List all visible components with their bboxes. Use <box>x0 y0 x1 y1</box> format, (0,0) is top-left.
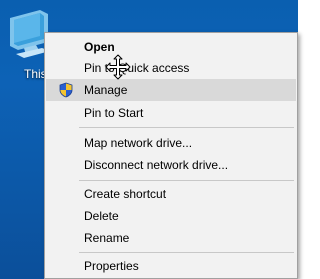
move-cursor-icon <box>105 54 131 80</box>
menu-item-disconnect-network-drive[interactable]: Disconnect network drive... <box>46 154 296 176</box>
menu-item-pin-to-quick-access[interactable]: Pin to Quick access <box>46 57 296 79</box>
menu-item-label: Rename <box>84 231 130 245</box>
menu-item-label: Manage <box>84 83 128 97</box>
context-menu: Open Pin to Quick access Manage Pin to S… <box>44 32 298 279</box>
menu-separator <box>79 127 294 128</box>
menu-item-open[interactable]: Open <box>46 36 296 58</box>
menu-item-properties[interactable]: Properties <box>46 255 296 277</box>
menu-item-label: Properties <box>84 259 139 273</box>
menu-item-delete[interactable]: Delete <box>46 205 296 227</box>
menu-item-label: Open <box>84 40 115 54</box>
menu-item-label: Pin to Quick access <box>84 61 190 75</box>
menu-item-map-network-drive[interactable]: Map network drive... <box>46 132 296 154</box>
menu-item-create-shortcut[interactable]: Create shortcut <box>46 183 296 205</box>
menu-item-label: Delete <box>84 209 119 223</box>
menu-separator <box>79 180 294 181</box>
menu-item-pin-to-start[interactable]: Pin to Start <box>46 102 296 124</box>
uac-shield-icon <box>59 82 73 98</box>
menu-item-manage[interactable]: Manage <box>46 79 296 101</box>
menu-item-label: Map network drive... <box>84 136 193 150</box>
menu-separator <box>79 252 294 253</box>
menu-item-label: Create shortcut <box>84 187 167 201</box>
menu-item-label: Pin to Start <box>84 106 144 120</box>
desktop: This PC Open Pin to Quick access Manage … <box>0 0 298 279</box>
menu-item-label: Disconnect network drive... <box>84 158 229 172</box>
menu-item-rename[interactable]: Rename <box>46 227 296 249</box>
